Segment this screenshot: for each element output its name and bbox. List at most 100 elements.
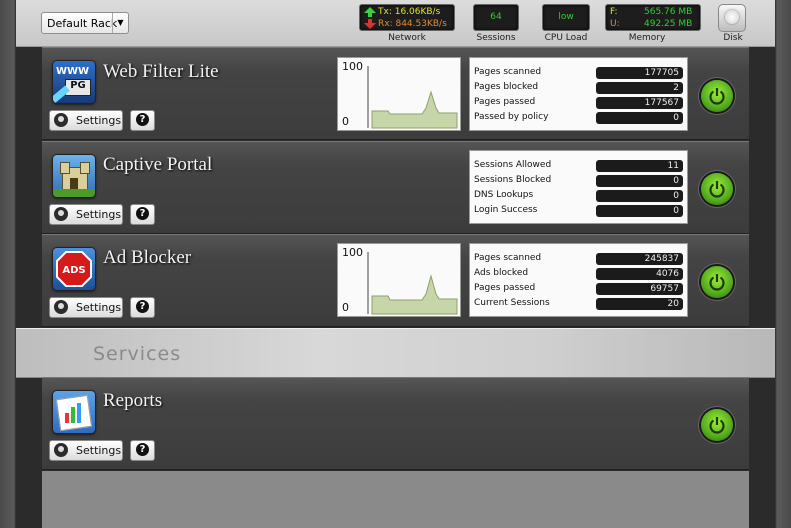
app-title: Ad Blocker <box>103 247 192 268</box>
metric-row: Pages passed 69757 <box>474 282 684 297</box>
svg-text:ADS: ADS <box>62 265 85 276</box>
sessions-label: Sessions <box>476 33 516 43</box>
metric-value: 4076 <box>596 268 683 280</box>
help-button[interactable]: ? <box>130 204 155 225</box>
cpu-label: CPU Load <box>544 33 588 43</box>
metric-row: Passed by policy 0 <box>474 111 684 126</box>
metric-value: 0 <box>596 112 683 124</box>
metric-value: 177705 <box>596 67 683 79</box>
metric-row: Pages passed 177567 <box>474 96 684 111</box>
power-icon <box>709 417 725 434</box>
settings-label: Settings <box>76 208 122 221</box>
settings-button[interactable]: Settings <box>49 297 123 318</box>
network-tx: Tx: 16.06KB/s <box>378 7 441 17</box>
sessions-value: 64 <box>490 12 502 22</box>
power-button[interactable] <box>701 173 733 205</box>
service-panel-reports: Reports Settings ? <box>42 377 749 470</box>
metric-name: Pages passed <box>474 283 536 293</box>
help-icon: ? <box>136 113 149 126</box>
metric-name: Login Success <box>474 205 538 215</box>
metrics-box: Sessions Allowed 11 Sessions Blocked 0 D… <box>469 150 688 224</box>
service-title: Reports <box>103 390 163 411</box>
metric-name: Current Sessions <box>474 298 550 308</box>
metrics-box: Pages scanned 177705 Pages blocked 2 Pag… <box>469 57 688 131</box>
metric-row: Pages scanned 177705 <box>474 66 684 81</box>
metric-value: 245837 <box>596 253 683 265</box>
power-icon <box>709 88 725 105</box>
settings-button[interactable]: Settings <box>49 110 123 131</box>
activity-graph: 100 0 <box>337 243 461 317</box>
metric-row: Current Sessions 20 <box>474 297 684 312</box>
app-title: Web Filter Lite <box>103 61 219 82</box>
help-icon: ? <box>136 300 149 313</box>
metric-value: 0 <box>596 190 683 202</box>
metric-name: DNS Lookups <box>474 190 534 200</box>
activity-graph: 100 0 <box>337 57 461 131</box>
memory-used: 492.25 MB <box>644 19 693 29</box>
settings-label: Settings <box>76 444 122 457</box>
memory-label: Memory <box>628 33 666 43</box>
metric-row: Login Success 0 <box>474 204 684 219</box>
services-divider: Services <box>16 328 775 378</box>
help-button[interactable]: ? <box>130 297 155 318</box>
app-panel-web-filter: WWW PG Web Filter Lite Settings ? 100 0 … <box>42 47 749 140</box>
wrench-icon <box>54 113 68 127</box>
network-label: Network <box>388 33 426 43</box>
power-button[interactable] <box>701 80 733 112</box>
cpu-value: low <box>558 12 574 22</box>
metric-value: 177567 <box>596 97 683 109</box>
app-panel-captive-portal: Captive Portal Settings ? Sessions Allow… <box>42 141 749 234</box>
help-icon: ? <box>136 207 149 220</box>
metric-row: Pages scanned 245837 <box>474 252 684 267</box>
metric-value: 0 <box>596 175 683 187</box>
app-panel-ad-blocker: ADS Ad Blocker Settings ? 100 0 Pages sc… <box>42 234 749 327</box>
metric-name: Sessions Blocked <box>474 175 552 185</box>
power-button[interactable] <box>701 409 733 441</box>
rack-select[interactable]: Default Rack ▼ <box>41 12 129 34</box>
wrench-icon <box>54 207 68 221</box>
network-rx: Rx: 844.53KB/s <box>378 19 447 29</box>
memory-free-label: F: <box>610 7 618 17</box>
help-button[interactable]: ? <box>130 440 155 461</box>
metric-name: Pages scanned <box>474 67 542 77</box>
help-button[interactable]: ? <box>130 110 155 131</box>
metric-value: 2 <box>596 82 683 94</box>
help-icon: ? <box>136 443 149 456</box>
metric-row: Pages blocked 2 <box>474 81 684 96</box>
metrics-box: Pages scanned 245837 Ads blocked 4076 Pa… <box>469 243 688 317</box>
ads-stop-icon: ADS <box>53 248 95 290</box>
memory-used-label: U: <box>610 19 620 29</box>
settings-button[interactable]: Settings <box>49 204 123 225</box>
castle-icon <box>53 155 95 197</box>
metric-row: DNS Lookups 0 <box>474 189 684 204</box>
memory-free: 565.76 MB <box>644 7 693 17</box>
cpu-meter: low <box>542 4 590 31</box>
metric-row: Sessions Allowed 11 <box>474 159 684 174</box>
sessions-meter: 64 <box>473 4 519 31</box>
graph-plot <box>367 252 458 315</box>
settings-button[interactable]: Settings <box>49 440 123 461</box>
metric-value: 11 <box>596 160 683 172</box>
arrow-up-icon <box>364 7 376 17</box>
disk-label: Disk <box>723 33 743 43</box>
metric-value: 20 <box>596 298 683 310</box>
chevron-down-icon[interactable]: ▼ <box>112 13 128 33</box>
network-meter: Tx: 16.06KB/s Rx: 844.53KB/s <box>359 4 455 31</box>
metric-name: Passed by policy <box>474 112 549 122</box>
metric-value: 69757 <box>596 283 683 295</box>
metric-row: Ads blocked 4076 <box>474 267 684 282</box>
metric-name: Ads blocked <box>474 268 529 278</box>
power-icon <box>709 181 725 198</box>
arrow-down-icon <box>364 19 376 29</box>
disk-icon[interactable] <box>718 4 746 32</box>
services-heading: Services <box>93 343 182 365</box>
power-icon <box>709 274 725 291</box>
settings-label: Settings <box>76 114 122 127</box>
rack-empty-area <box>42 471 749 528</box>
settings-label: Settings <box>76 301 122 314</box>
www-pg-icon: WWW PG <box>53 61 95 103</box>
power-button[interactable] <box>701 266 733 298</box>
metric-row: Sessions Blocked 0 <box>474 174 684 189</box>
wrench-icon <box>54 443 68 457</box>
rack-select-value: Default Rack <box>47 17 118 30</box>
